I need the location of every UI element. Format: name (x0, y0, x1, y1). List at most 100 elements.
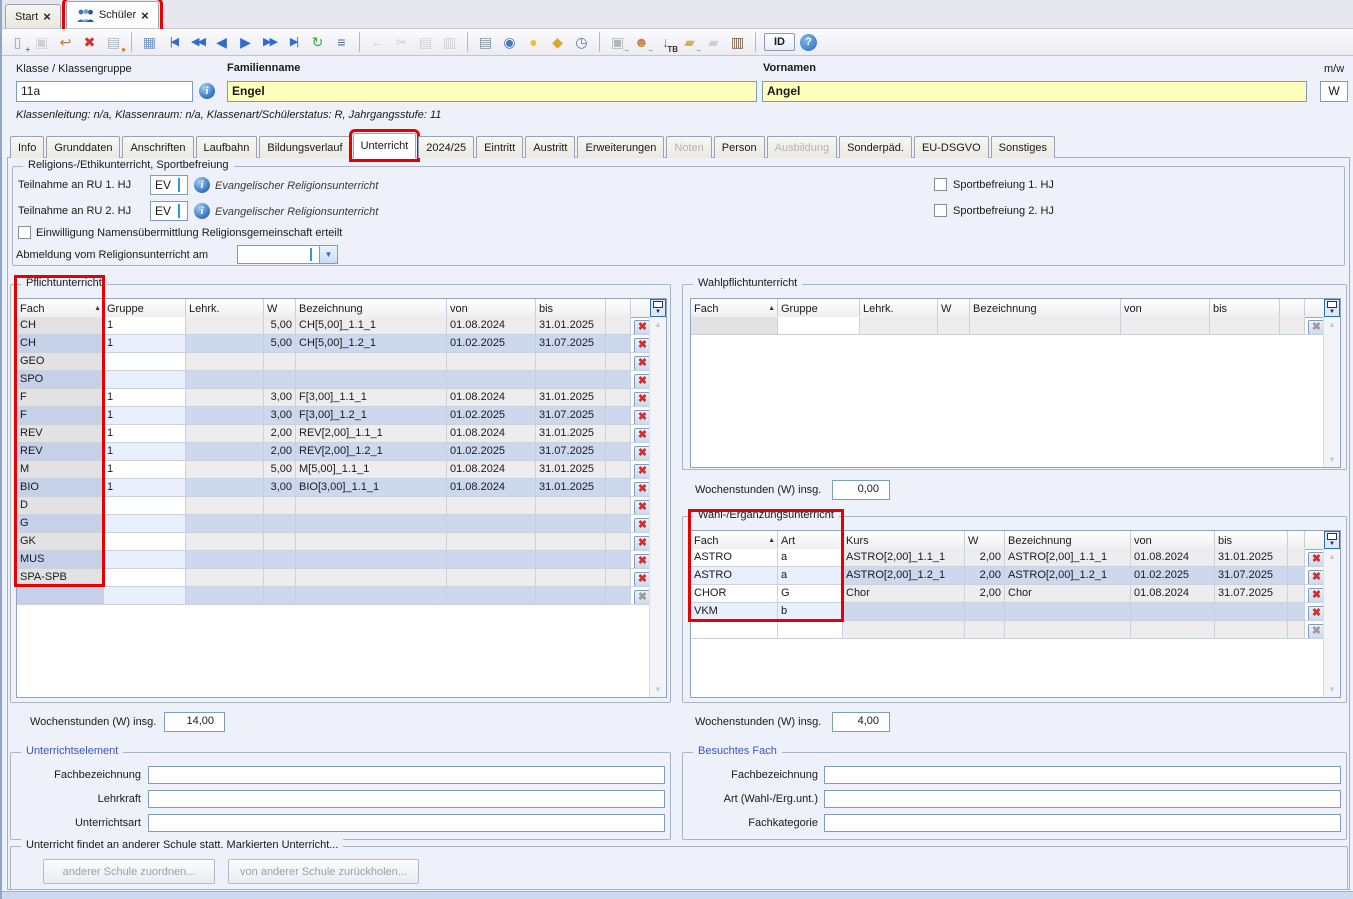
next-record-icon[interactable]: ▶ (236, 33, 255, 52)
tab-sonstiges[interactable]: Sonstiges (991, 136, 1055, 158)
scroll-up-icon[interactable]: ▲ (650, 320, 666, 329)
table-row[interactable]: REV12,00REV[2,00]_1.2_101.02.202531.07.2… (17, 443, 650, 461)
table-row[interactable]: GK✖ (17, 533, 650, 551)
column-header-w[interactable]: W (938, 299, 970, 316)
undo-icon[interactable]: ↩ (56, 33, 75, 52)
table-row[interactable]: F13,00F[3,00]_1.2_101.02.202531.07.2025✖ (17, 407, 650, 425)
scroll-up-icon[interactable]: ▲ (1324, 320, 1340, 329)
table-row[interactable]: D✖ (17, 497, 650, 515)
fachkategorie-input[interactable] (824, 814, 1341, 832)
vertical-scrollbar[interactable]: ▲▼ (1323, 317, 1340, 467)
scroll-up-icon[interactable]: ▲ (1324, 552, 1340, 561)
edit-form-icon[interactable]: ▤● (104, 33, 123, 52)
tab-info[interactable]: Info (10, 136, 44, 158)
column-header-von[interactable]: von (447, 299, 536, 316)
tab-laufbahn[interactable]: Laufbahn (196, 136, 258, 158)
column-header-gruppe[interactable]: Gruppe (104, 299, 186, 316)
alarm-clock-icon[interactable]: ◷ (572, 33, 591, 52)
new-row-placeholder[interactable]: ✖ (691, 621, 1324, 639)
column-header-lehrk[interactable]: Lehrk. (186, 299, 264, 316)
tab-austritt[interactable]: Austritt (525, 136, 575, 158)
column-header-bis[interactable]: bis (1215, 531, 1288, 548)
column-header-bis[interactable]: bis (536, 299, 606, 316)
refresh-icon[interactable]: ↻ (308, 33, 327, 52)
hint-bulb-icon[interactable]: ● (524, 33, 543, 52)
student-export-icon[interactable]: ☻→ (632, 33, 651, 52)
tab-erweiterungen[interactable]: Erweiterungen (577, 136, 664, 158)
column-header-w[interactable]: W (965, 531, 1005, 548)
fast-prev-icon[interactable]: ◀◀ (188, 33, 207, 52)
vornamen-input[interactable]: Angel (762, 81, 1307, 102)
list-icon[interactable]: ≡ (332, 33, 351, 52)
window-tab-schüler[interactable]: Schüler× (66, 1, 159, 28)
tab-eintritt[interactable]: Eintritt (476, 136, 523, 158)
tab-unterricht[interactable]: Unterricht (353, 133, 417, 158)
last-record-icon[interactable]: ▶| (284, 33, 303, 52)
table-row[interactable]: SPO✖ (17, 371, 650, 389)
column-header-w[interactable]: W (264, 299, 296, 316)
new-record-icon[interactable]: ▯+ (8, 33, 27, 52)
new-row-placeholder[interactable]: ✖ (17, 587, 650, 605)
andere-schule-zuordnen-button[interactable]: anderer Schule zuordnen... (43, 859, 215, 884)
unterrichtsart-input[interactable] (148, 814, 665, 832)
export-package-icon[interactable]: ▣→ (608, 33, 627, 52)
scroll-down-icon[interactable]: ▼ (1324, 455, 1340, 464)
scroll-down-icon[interactable]: ▼ (1324, 685, 1340, 694)
tab-grunddaten[interactable]: Grunddaten (46, 136, 120, 158)
column-header-bezeichnung[interactable]: Bezeichnung (970, 299, 1121, 316)
fachbezeichnung-input[interactable] (824, 766, 1341, 784)
table-row[interactable]: F13,00F[3,00]_1.1_101.08.202431.01.2025✖ (17, 389, 650, 407)
scroll-down-icon[interactable]: ▼ (650, 685, 666, 694)
vertical-scrollbar[interactable]: ▲▼ (649, 317, 666, 697)
delete-record-icon[interactable]: ✖ (80, 33, 99, 52)
art-wahl-erg-unt-input[interactable] (824, 790, 1341, 808)
window-tab-start[interactable]: Start× (5, 4, 61, 28)
mw-input[interactable]: W (1320, 81, 1348, 102)
column-header-bezeichnung[interactable]: Bezeichnung (1005, 531, 1131, 548)
column-header-bezeichnung[interactable]: Bezeichnung (296, 299, 447, 316)
table-row[interactable]: MUS✖ (17, 551, 650, 569)
tab-2024-25[interactable]: 2024/25 (418, 136, 474, 158)
fachbezeichnung-input[interactable] (148, 766, 665, 784)
column-header-gruppe[interactable]: Gruppe (778, 299, 860, 316)
tab-bildungsverlauf[interactable]: Bildungsverlauf (259, 136, 350, 158)
column-header-art[interactable]: Art (778, 531, 843, 548)
column-header-von[interactable]: von (1131, 531, 1215, 548)
print-icon[interactable]: ▤ (476, 33, 495, 52)
table-row[interactable]: ASTROaASTRO[2,00]_1.2_12,00ASTRO[2,00]_1… (691, 567, 1324, 585)
tab-eu-dsgvo[interactable]: EU-DSGVO (914, 136, 989, 158)
column-header-fach[interactable]: Fach▲ (17, 299, 104, 316)
familienname-input[interactable]: Engel (227, 81, 757, 102)
info-icon[interactable]: i (199, 83, 215, 99)
klasse-input[interactable]: 11a (16, 81, 193, 102)
table-row[interactable]: REV12,00REV[2,00]_1.1_101.08.202431.01.2… (17, 425, 650, 443)
tab-anschriften[interactable]: Anschriften (122, 136, 193, 158)
folder-export-icon[interactable]: ▰→ (680, 33, 699, 52)
id-button[interactable]: ID (764, 33, 795, 51)
table-row[interactable]: G✖ (17, 515, 650, 533)
table-row[interactable]: GEO✖ (17, 353, 650, 371)
close-tab-icon[interactable]: × (43, 10, 51, 23)
table-row[interactable]: CH15,00CH[5,00]_1.1_101.08.202431.01.202… (17, 317, 650, 335)
grid-menu-icon[interactable]: ▼ (650, 299, 666, 317)
new-row-placeholder[interactable]: ✖ (691, 317, 1324, 335)
column-header-fach[interactable]: Fach▲ (691, 531, 778, 548)
bell-icon[interactable]: ◆ (548, 33, 567, 52)
column-header-bis[interactable]: bis (1210, 299, 1280, 316)
help-icon[interactable]: ? (800, 34, 817, 51)
fast-next-icon[interactable]: ▶▶ (260, 33, 279, 52)
column-header-kurs[interactable]: Kurs (843, 531, 965, 548)
grid-menu-icon[interactable]: ▼ (1324, 299, 1340, 317)
table-row[interactable]: BIO13,00BIO[3,00]_1.1_101.08.202431.01.2… (17, 479, 650, 497)
close-tab-icon[interactable]: × (141, 9, 149, 22)
andere-schule-zurueckholen-button[interactable]: von anderer Schule zurückholen... (228, 859, 419, 884)
table-row[interactable]: ASTROaASTRO[2,00]_1.1_12,00ASTRO[2,00]_1… (691, 549, 1324, 567)
table-row[interactable]: CH15,00CH[5,00]_1.2_101.02.202531.07.202… (17, 335, 650, 353)
column-header-von[interactable]: von (1121, 299, 1210, 316)
column-header-fach[interactable]: Fach▲ (691, 299, 778, 316)
vertical-scrollbar[interactable]: ▲▼ (1323, 549, 1340, 697)
table-row[interactable]: SPA-SPB✖ (17, 569, 650, 587)
table-row[interactable]: VKMb✖ (691, 603, 1324, 621)
tab-sonderpäd[interactable]: Sonderpäd. (839, 136, 912, 158)
preview-eye-icon[interactable]: ◉ (500, 33, 519, 52)
